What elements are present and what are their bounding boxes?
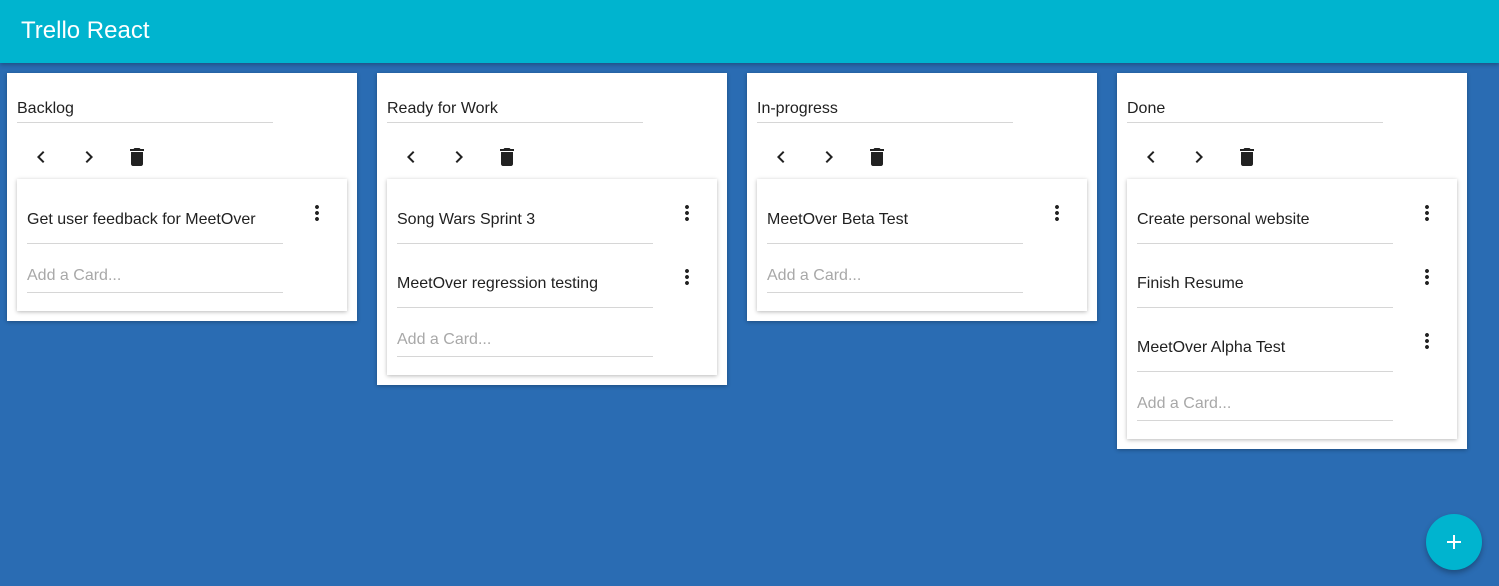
move-right-button[interactable] xyxy=(435,133,483,181)
chevron-left-icon xyxy=(1147,151,1155,163)
list-done: Done Create personal website Finish Resu… xyxy=(1117,73,1467,449)
card: MeetOver regression testing xyxy=(397,243,707,308)
move-left-button[interactable] xyxy=(1127,133,1175,181)
more-vert-icon xyxy=(685,205,689,221)
card-panel: MeetOver Beta Test xyxy=(757,179,1087,311)
add-card-input[interactable] xyxy=(397,323,653,357)
move-right-button[interactable] xyxy=(805,133,853,181)
card-menu-button[interactable] xyxy=(1403,189,1451,237)
add-card-input[interactable] xyxy=(767,259,1023,293)
card-menu-button[interactable] xyxy=(663,189,711,237)
delete-list-button[interactable] xyxy=(853,133,901,181)
move-left-button[interactable] xyxy=(387,133,435,181)
card-text[interactable]: MeetOver Beta Test xyxy=(767,210,1023,244)
card-text[interactable]: MeetOver regression testing xyxy=(397,274,653,308)
chevron-left-icon xyxy=(37,151,45,163)
card-text[interactable]: Create personal website xyxy=(1137,210,1393,244)
add-card-input[interactable] xyxy=(1137,387,1393,421)
chevron-right-icon xyxy=(455,151,463,163)
move-left-button[interactable] xyxy=(757,133,805,181)
more-vert-icon xyxy=(315,205,319,221)
list-title[interactable]: Done xyxy=(1127,83,1383,123)
card: MeetOver Beta Test xyxy=(767,179,1077,244)
card-menu-button[interactable] xyxy=(1403,253,1451,301)
app-bar: Trello React xyxy=(0,0,1499,63)
add-card-input[interactable] xyxy=(27,259,283,293)
list-ready-for-work: Ready for Work Song Wars Sprint 3 MeetOv… xyxy=(377,73,727,385)
card-menu-button[interactable] xyxy=(663,253,711,301)
more-vert-icon xyxy=(1425,269,1429,285)
more-vert-icon xyxy=(1425,205,1429,221)
card: MeetOver Alpha Test xyxy=(1137,307,1447,372)
list-actions xyxy=(17,123,347,179)
move-right-button[interactable] xyxy=(1175,133,1223,181)
card: Create personal website xyxy=(1137,179,1447,244)
app-title: Trello React xyxy=(21,17,150,44)
move-left-button[interactable] xyxy=(17,133,65,181)
more-vert-icon xyxy=(1425,333,1429,349)
chevron-right-icon xyxy=(85,151,93,163)
delete-list-button[interactable] xyxy=(1223,133,1271,181)
delete-list-button[interactable] xyxy=(483,133,531,181)
trash-icon xyxy=(500,148,514,166)
card-text[interactable]: Song Wars Sprint 3 xyxy=(397,210,653,244)
card-menu-button[interactable] xyxy=(1403,317,1451,365)
list-title[interactable]: In-progress xyxy=(757,83,1013,123)
list-title[interactable]: Backlog xyxy=(17,83,273,123)
card: Finish Resume xyxy=(1137,243,1447,308)
trash-icon xyxy=(870,148,884,166)
card-text[interactable]: Get user feedback for MeetOver xyxy=(27,210,283,244)
more-vert-icon xyxy=(685,269,689,285)
chevron-right-icon xyxy=(1195,151,1203,163)
add-card-row xyxy=(1137,371,1447,421)
card-menu-button[interactable] xyxy=(1033,189,1081,237)
card-panel: Create personal website Finish Resume Me… xyxy=(1127,179,1457,439)
add-card-row xyxy=(27,243,337,293)
add-card-row xyxy=(767,243,1077,293)
move-right-button[interactable] xyxy=(65,133,113,181)
more-vert-icon xyxy=(1055,205,1059,221)
trash-icon xyxy=(130,148,144,166)
card: Song Wars Sprint 3 xyxy=(397,179,707,244)
card-panel: Get user feedback for MeetOver xyxy=(17,179,347,311)
card-menu-button[interactable] xyxy=(293,189,341,237)
list-in-progress: In-progress MeetOver Beta Test xyxy=(747,73,1097,321)
card-panel: Song Wars Sprint 3 MeetOver regression t… xyxy=(387,179,717,375)
list-actions xyxy=(1127,123,1457,179)
trash-icon xyxy=(1240,148,1254,166)
chevron-right-icon xyxy=(825,151,833,163)
list-backlog: Backlog Get user feedback for MeetOver xyxy=(7,73,357,321)
card: Get user feedback for MeetOver xyxy=(27,179,337,244)
plus-icon xyxy=(1447,535,1461,549)
add-list-fab[interactable] xyxy=(1426,514,1482,570)
chevron-left-icon xyxy=(777,151,785,163)
card-text[interactable]: Finish Resume xyxy=(1137,274,1393,308)
add-card-row xyxy=(397,307,707,357)
chevron-left-icon xyxy=(407,151,415,163)
card-text[interactable]: MeetOver Alpha Test xyxy=(1137,338,1393,372)
list-title[interactable]: Ready for Work xyxy=(387,83,643,123)
list-actions xyxy=(757,123,1087,179)
list-actions xyxy=(387,123,717,179)
delete-list-button[interactable] xyxy=(113,133,161,181)
